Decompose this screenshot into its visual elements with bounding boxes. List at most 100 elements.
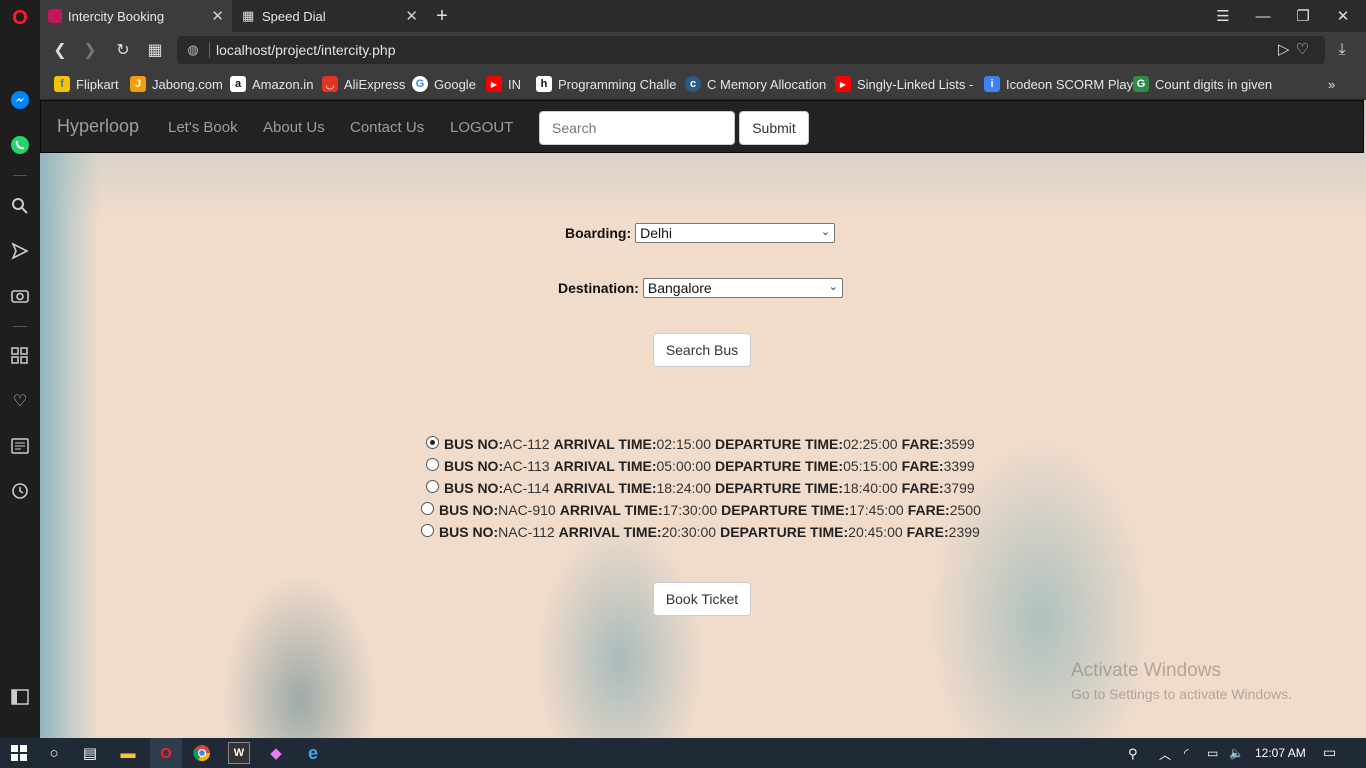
tab-menu-icon[interactable]: ☰ <box>1208 4 1238 28</box>
maps-icon[interactable]: ◆ <box>265 742 287 764</box>
bookmark-aliexpress[interactable]: ◡ AliExpress <box>322 75 405 93</box>
departure-time: 18:40:00 <box>843 480 898 496</box>
bus-radio-button[interactable] <box>426 457 439 471</box>
clock-time[interactable]: 12:07 AM <box>1255 746 1306 760</box>
tab-label: Intercity Booking <box>68 8 165 24</box>
tab-grid-icon[interactable]: ▦ <box>143 38 167 62</box>
bus-option-row[interactable]: BUS NO: AC-113 ARRIVAL TIME: 05:00:00 DEPART… <box>426 457 975 474</box>
history-icon[interactable] <box>8 479 32 503</box>
reload-icon[interactable]: ↻ <box>111 38 135 62</box>
speed-dial-icon[interactable] <box>8 344 32 368</box>
boarding-select[interactable]: Delhi ⌄ <box>635 223 836 243</box>
cortana-search-icon[interactable]: ○ <box>43 742 65 764</box>
search-icon[interactable] <box>8 194 32 218</box>
watermark-subtitle: Go to Settings to activate Windows. <box>1071 686 1292 702</box>
destination-value: Bangalore <box>647 280 712 296</box>
close-tab-icon[interactable]: ✕ <box>211 7 224 25</box>
bus-option-row[interactable]: BUS NO: AC-112 ARRIVAL TIME: 02:15:00 DEPART… <box>426 435 975 452</box>
bus-number-label: BUS NO: <box>444 458 504 474</box>
forward-icon[interactable]: ❯ <box>78 38 102 62</box>
search-bus-button[interactable]: Search Bus <box>653 333 751 367</box>
site-navbar: Hyperloop Let's Book About Us Contact Us… <box>40 100 1364 153</box>
tray-chevron-icon[interactable]: ︿ <box>1159 746 1171 763</box>
internet-explorer-icon[interactable]: e <box>302 742 324 764</box>
destination-select[interactable]: Bangalore ⌄ <box>642 278 843 298</box>
file-explorer-icon[interactable]: ▬ <box>117 742 139 764</box>
battery-icon[interactable]: ▭ <box>1207 746 1218 760</box>
bus-radio-button[interactable] <box>426 435 439 449</box>
book-ticket-button[interactable]: Book Ticket <box>653 582 751 616</box>
tab-speed-dial[interactable]: ▦ Speed Dial ✕ <box>234 0 426 32</box>
windows-taskbar: ○ ▤ ▬ O W ◆ e ⚲ ︿ ◜ ▭ 🔈 12:07 AM ▭ <box>0 738 1366 768</box>
news-icon[interactable] <box>8 434 32 458</box>
arrival-time: 17:30:00 <box>662 502 718 518</box>
windows-start-icon[interactable] <box>8 742 30 764</box>
opera-logo-icon[interactable]: O <box>8 6 32 30</box>
bookmark-icodeon[interactable]: i Icodeon SCORM Play <box>984 75 1133 93</box>
arrival-time-label: ARRIVAL TIME: <box>553 480 657 496</box>
hackerrank-icon: h <box>536 76 552 92</box>
restore-icon[interactable]: ❐ <box>1288 4 1318 28</box>
nav-contact-us[interactable]: Contact Us <box>350 119 424 136</box>
google-icon: G <box>412 76 428 92</box>
chrome-icon[interactable] <box>191 742 213 764</box>
sidebar-divider <box>13 175 27 176</box>
amazon-icon: a <box>230 76 246 92</box>
wampserver-icon[interactable]: W <box>228 742 250 764</box>
camera-icon[interactable] <box>8 283 32 307</box>
bus-number-label: BUS NO: <box>439 524 499 540</box>
bookmark-jabong[interactable]: J Jabong.com <box>130 75 223 93</box>
send-heart-icons[interactable]: ▷♡ <box>1278 40 1315 58</box>
bookmark-c-memory[interactable]: cC Memory Allocation <box>685 75 826 93</box>
bus-radio-button[interactable] <box>421 523 434 537</box>
opera-sidebar: O ♡ <box>0 0 40 738</box>
tab-strip: Intercity Booking ✕ ▦ Speed Dial ✕ + ☰ —… <box>40 0 1366 32</box>
new-tab-icon[interactable]: + <box>427 4 457 28</box>
people-icon[interactable]: ⚲ <box>1128 746 1138 762</box>
bus-option-row[interactable]: BUS NO: NAC-910 ARRIVAL TIME: 17:30:00 DEPAR… <box>421 501 981 518</box>
submit-button[interactable]: Submit <box>739 111 809 145</box>
departure-time-label: DEPARTURE TIME: <box>714 480 844 496</box>
bookmark-flipkart[interactable]: f Flipkart <box>54 75 119 93</box>
bookmark-singly-linked[interactable]: ▶ Singly-Linked Lists - <box>835 75 973 93</box>
minimize-icon[interactable]: — <box>1248 4 1278 28</box>
download-icon[interactable]: ⤓ <box>1330 38 1354 62</box>
youtube-icon: ▶ <box>835 76 851 92</box>
nav-lets-book[interactable]: Let's Book <box>168 119 238 136</box>
flipkart-icon: f <box>54 76 70 92</box>
url-text[interactable]: localhost/project/intercity.php <box>209 42 396 58</box>
bus-option-row[interactable]: BUS NO: AC-114 ARRIVAL TIME: 18:24:00 DEPART… <box>426 479 975 496</box>
nav-about-us[interactable]: About Us <box>263 119 325 136</box>
bookmark-amazon[interactable]: a Amazon.in <box>230 75 313 93</box>
bookmark-count-digits[interactable]: G Count digits in given <box>1133 75 1272 93</box>
notifications-icon[interactable]: ▭ <box>1323 744 1336 761</box>
bus-radio-button[interactable] <box>426 479 439 493</box>
bookmark-youtube-in[interactable]: ▶ IN <box>486 75 521 93</box>
opera-taskbar-icon[interactable]: O <box>150 738 182 768</box>
bus-radio-button[interactable] <box>421 501 434 515</box>
url-bar[interactable]: ◍ localhost/project/intercity.php ▷♡ <box>177 36 1325 64</box>
brand-link[interactable]: Hyperloop <box>57 116 139 137</box>
departure-time-label: DEPARTURE TIME: <box>720 524 849 540</box>
close-tab-icon[interactable]: ✕ <box>405 7 418 25</box>
search-input[interactable] <box>539 111 735 145</box>
arrival-time-label: ARRIVAL TIME: <box>553 436 657 452</box>
whatsapp-icon[interactable] <box>8 133 32 157</box>
bookmark-hackerrank[interactable]: h Programming Challe <box>536 75 677 93</box>
more-bookmarks-icon[interactable]: » <box>1328 75 1335 93</box>
send-icon[interactable] <box>8 239 32 263</box>
back-icon[interactable]: ❮ <box>48 38 72 62</box>
fare-value: 2500 <box>949 502 981 518</box>
bus-option-row[interactable]: BUS NO: NAC-112 ARRIVAL TIME: 20:30:00 DEPAR… <box>421 523 980 540</box>
task-view-icon[interactable]: ▤ <box>79 742 101 764</box>
sidebar-toggle-icon[interactable] <box>8 685 32 709</box>
bookmark-google[interactable]: G Google <box>412 75 476 93</box>
volume-icon[interactable]: 🔈 <box>1229 746 1244 760</box>
wifi-icon[interactable]: ◜ <box>1184 746 1189 760</box>
messenger-icon[interactable] <box>8 88 32 112</box>
bus-number: NAC-910 <box>498 502 556 518</box>
tab-intercity-booking[interactable]: Intercity Booking ✕ <box>40 0 232 32</box>
heart-icon[interactable]: ♡ <box>8 389 32 413</box>
nav-logout[interactable]: LOGOUT <box>450 119 513 136</box>
close-window-icon[interactable]: ✕ <box>1328 4 1358 28</box>
